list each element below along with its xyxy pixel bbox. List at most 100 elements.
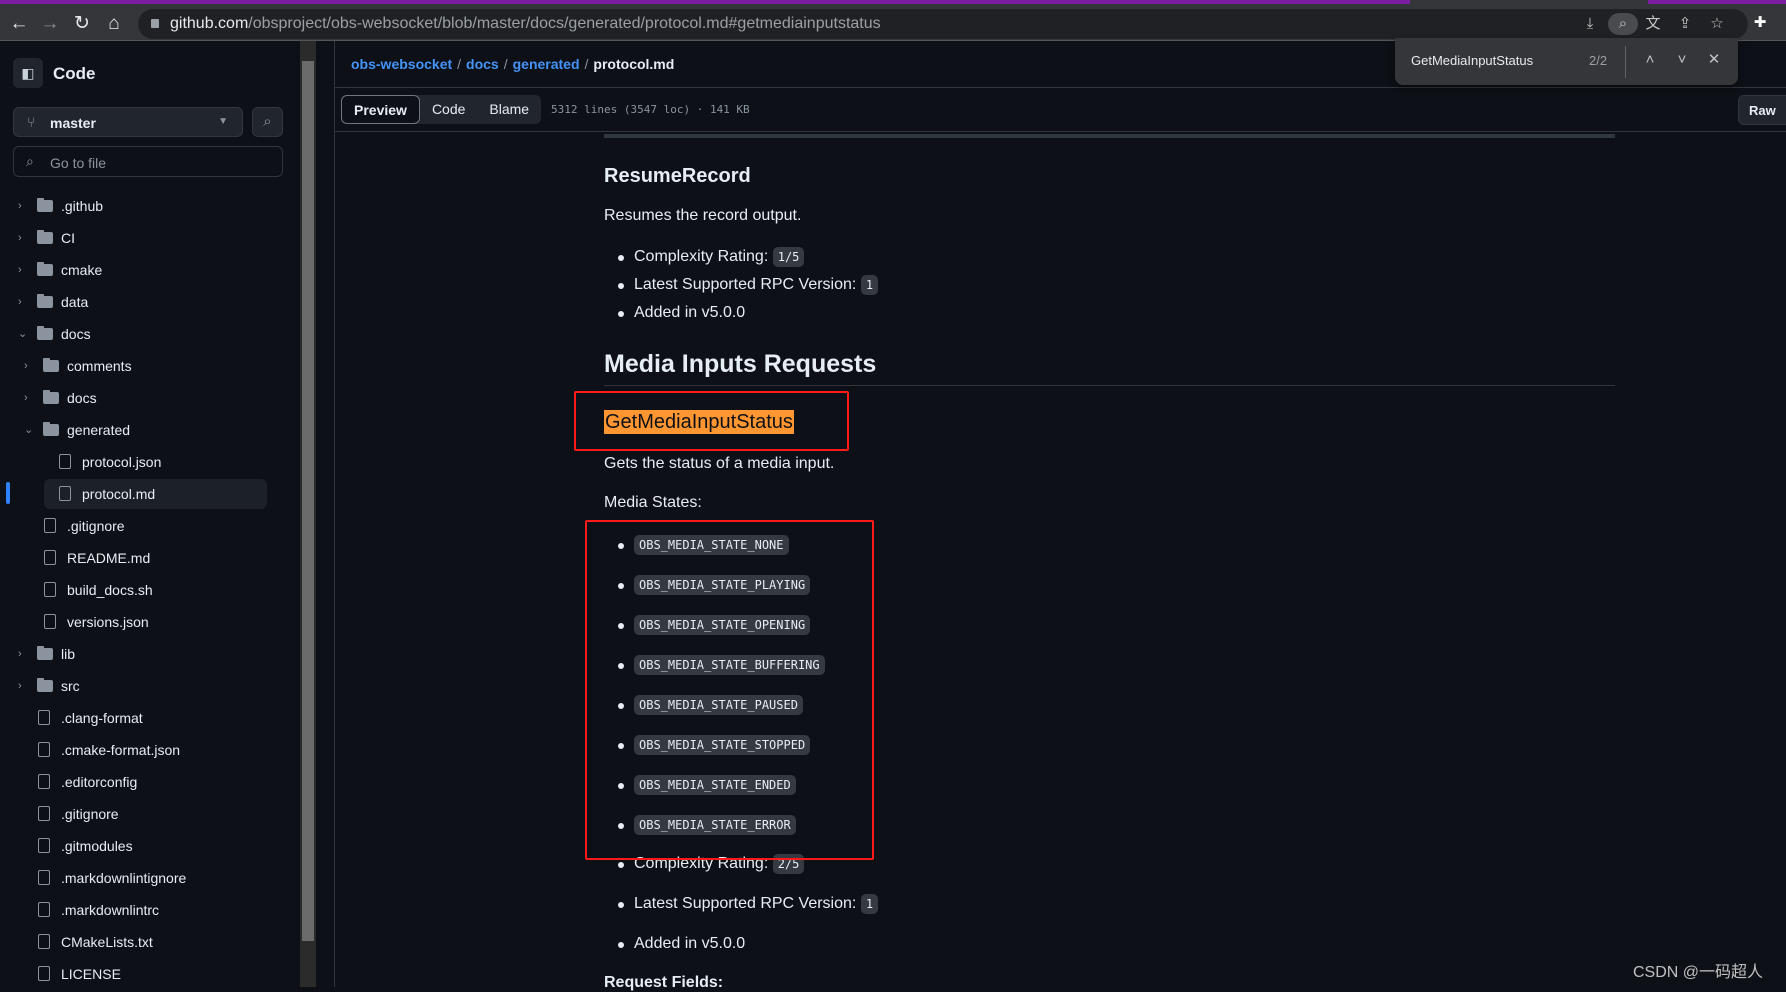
tree-item[interactable]: .cmake-format.json (6, 735, 267, 765)
home-icon[interactable]: ⌂ (101, 11, 127, 37)
tree-item[interactable]: README.md (6, 543, 267, 573)
tree-item[interactable]: .markdownlintrc (6, 895, 267, 925)
tree-item[interactable]: LICENSE (6, 959, 267, 989)
sidebar-scrollbar[interactable] (300, 41, 316, 987)
tree-item[interactable]: › cmake (6, 255, 267, 285)
tree-item[interactable]: › data (6, 287, 267, 317)
tree-item[interactable]: .gitignore (6, 511, 267, 541)
tree-item[interactable]: .gitignore (6, 799, 267, 829)
translate-icon[interactable]: 文 (1641, 13, 1665, 35)
browser-toolbar: ← → ↻ ⌂ github.com/obsproject/obs-websoc… (0, 7, 1786, 41)
chevron-down-icon[interactable]: ⌄ (24, 415, 36, 445)
breadcrumb: obs-websocket / docs / generated / protocol.md (351, 56, 675, 72)
tree-item[interactable]: protocol.md (44, 479, 267, 509)
tree-item[interactable]: › docs (6, 383, 267, 413)
folder-icon (37, 198, 53, 212)
breadcrumb-docs[interactable]: docs (466, 56, 499, 72)
close-icon[interactable]: ✕ (1702, 48, 1726, 72)
file-icon (59, 454, 71, 469)
tree-item-label: README.md (67, 550, 151, 566)
chevron-right-icon[interactable]: › (18, 639, 30, 669)
go-to-file-input[interactable]: ⌕ Go to file (13, 146, 283, 177)
url-path: /obsproject/obs-websocket/blob/master/do… (248, 15, 881, 32)
caret-down-icon: ▼ (218, 116, 228, 127)
file-icon (38, 774, 50, 789)
tab-code[interactable]: Code (420, 95, 477, 124)
folder-icon (37, 646, 53, 660)
file-icon (44, 614, 56, 629)
tree-item[interactable]: › .github (6, 191, 267, 221)
back-icon[interactable]: ← (6, 11, 32, 37)
collapse-sidebar-icon[interactable]: ◧ (13, 58, 43, 88)
tab-preview[interactable]: Preview (341, 95, 420, 124)
section-heading: Media Inputs Requests (604, 350, 877, 378)
tree-item[interactable]: .clang-format (6, 703, 267, 733)
chevron-up-icon[interactable]: ˄ (1638, 48, 1662, 72)
breadcrumb-repo[interactable]: obs-websocket (351, 56, 452, 72)
tree-item[interactable]: versions.json (6, 607, 267, 637)
rpc-version-value: 1 (860, 894, 879, 914)
media-description: Gets the status of a media input. (604, 455, 835, 472)
find-count: 2/2 (1589, 53, 1608, 68)
chevron-right-icon[interactable]: › (24, 351, 36, 381)
chevron-right-icon[interactable]: › (24, 383, 36, 413)
bookmark-star-icon[interactable]: ☆ (1705, 13, 1729, 35)
tree-item[interactable]: ⌄ docs (6, 319, 267, 349)
tree-item[interactable]: › CI (6, 223, 267, 253)
folder-icon (37, 294, 53, 308)
tree-item[interactable]: .gitmodules (6, 831, 267, 861)
forward-icon[interactable]: → (37, 11, 63, 37)
tree-item[interactable]: › src (6, 671, 267, 701)
tree-item[interactable]: CMakeLists.txt (6, 927, 267, 957)
tree-item[interactable]: ⌄ generated (6, 415, 267, 445)
tree-item-label: data (61, 294, 89, 310)
find-icon[interactable]: ⌕ (1608, 13, 1638, 35)
tree-item[interactable]: › lib (6, 639, 267, 669)
chevron-right-icon[interactable]: › (18, 223, 30, 253)
file-icon (44, 582, 56, 597)
search-button[interactable]: ⌕ (252, 107, 283, 137)
raw-button[interactable]: Raw (1738, 95, 1786, 125)
extensions-icon[interactable]: ✚ (1748, 12, 1772, 34)
address-bar[interactable]: github.com/obsproject/obs-websocket/blob… (138, 9, 1748, 39)
chevron-down-icon[interactable]: ˅ (1670, 48, 1694, 72)
tree-item-label: protocol.md (82, 486, 156, 502)
breadcrumb-generated[interactable]: generated (513, 56, 580, 72)
tree-item-label: protocol.json (82, 454, 162, 470)
tree-item[interactable]: build_docs.sh (6, 575, 267, 605)
annotation-box-states (585, 520, 874, 860)
tree-item-label: .github (61, 198, 104, 214)
tree-item-label: .markdownlintignore (61, 870, 187, 886)
file-icon (38, 806, 50, 821)
tree-item-label: CMakeLists.txt (61, 934, 153, 950)
tab-blame[interactable]: Blame (477, 95, 541, 124)
share-icon[interactable]: ⇪ (1673, 13, 1697, 35)
view-tabs: Preview Code Blame (341, 95, 542, 124)
folder-icon (43, 358, 59, 372)
reload-icon[interactable]: ↻ (69, 11, 95, 37)
tree-item-label: .gitignore (67, 518, 125, 534)
file-icon (38, 710, 50, 725)
chevron-down-icon[interactable]: ⌄ (18, 319, 30, 349)
tree-item[interactable]: › comments (6, 351, 267, 381)
chevron-right-icon[interactable]: › (18, 671, 30, 701)
file-icon (38, 934, 50, 949)
branch-select[interactable]: ⑂ master ▼ (13, 107, 243, 137)
chevron-right-icon[interactable]: › (18, 287, 30, 317)
chevron-right-icon[interactable]: › (18, 255, 30, 285)
tree-item[interactable]: protocol.json (6, 447, 267, 477)
watermark: CSDN @一码超人 (1633, 964, 1764, 981)
install-icon[interactable]: ⤓ (1578, 13, 1602, 35)
tree-item[interactable]: .editorconfig (6, 767, 267, 797)
file-icon (44, 550, 56, 565)
annotation-box-title (574, 391, 849, 451)
tree-item-label: comments (67, 358, 132, 374)
chevron-right-icon[interactable]: › (18, 191, 30, 221)
file-icon (38, 902, 50, 917)
find-input[interactable]: GetMediaInputStatus (1411, 53, 1533, 68)
tree-item-label: generated (67, 422, 131, 438)
file-info: 5312 lines (3547 loc) · 141 KB (551, 103, 750, 116)
url-host: github.com (170, 15, 249, 32)
tree-item[interactable]: .markdownlintignore (6, 863, 267, 893)
tree-item-label: .clang-format (61, 710, 143, 726)
